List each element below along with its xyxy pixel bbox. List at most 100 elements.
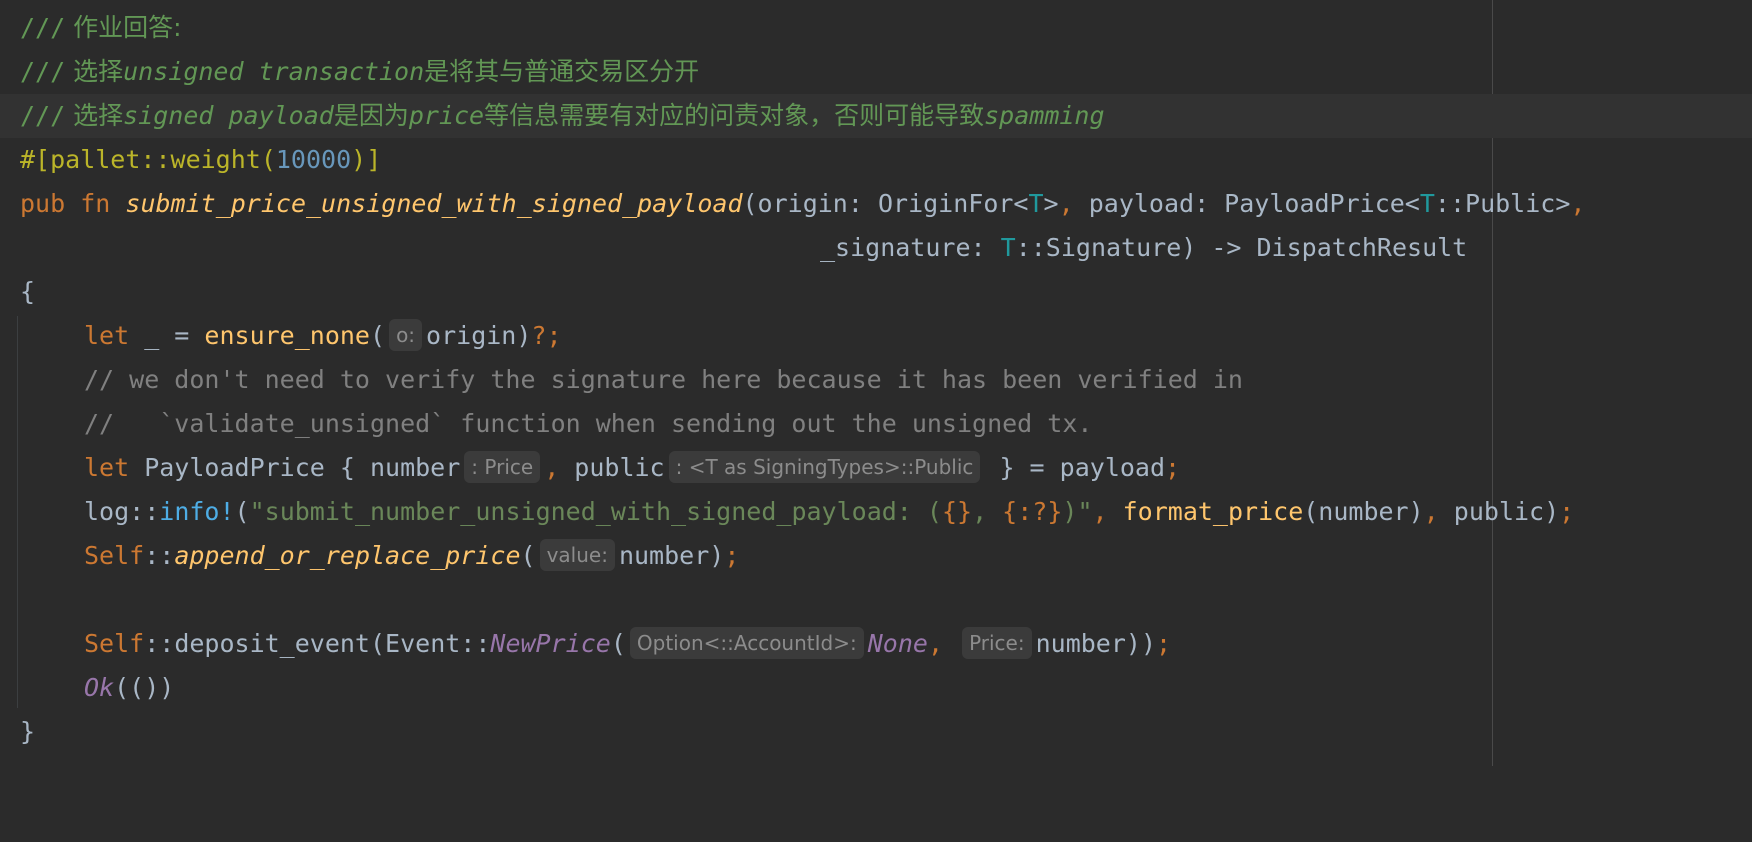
code-text: ::deposit_event(Event::	[144, 629, 491, 658]
punctuation: ;	[724, 541, 740, 570]
code-line-9[interactable]: // we don't need to verify the signature…	[0, 358, 1752, 402]
code-text: number))	[1035, 629, 1157, 658]
close-brace: }	[20, 717, 36, 746]
code-line-5[interactable]: pub fn submit_price_unsigned_with_signed…	[0, 182, 1752, 226]
code-text: (	[520, 541, 536, 570]
code-line-13[interactable]: Self::append_or_replace_price(value: numb…	[0, 534, 1752, 578]
code-line-15[interactable]: Self::deposit_event(Event::NewPrice(Opti…	[0, 622, 1752, 666]
punctuation: ,	[1423, 497, 1439, 526]
string-literal: "submit_number_unsigned_with_signed_payl…	[249, 497, 942, 526]
type-param: T	[1419, 189, 1435, 218]
code-text: } = payload	[984, 453, 1166, 482]
line-comment: // we don't need to verify the signature…	[84, 365, 1243, 394]
code-text: (	[610, 629, 626, 658]
doc-comment-italic: price	[408, 101, 485, 130]
doc-comment-text: 是因为	[333, 101, 409, 130]
code-line-3-current[interactable]: /// 选择signed payload是因为price等信息需要有对应的问责对…	[0, 94, 1752, 138]
code-text: log::	[84, 497, 160, 526]
punctuation: ,	[1570, 189, 1586, 218]
parameter-hint: o:	[389, 319, 423, 351]
punctuation: ;	[1165, 453, 1181, 482]
code-text: ::Public>	[1434, 189, 1571, 218]
code-text: _signature:	[820, 233, 1001, 262]
keyword-let: let	[84, 321, 130, 350]
code-line-10[interactable]: // `validate_unsigned` function when sen…	[0, 402, 1752, 446]
doc-comment-text: 作业回答:	[65, 13, 182, 42]
code-text: ::Signature) -> DispatchResult	[1015, 233, 1468, 262]
code-text: payload: PayloadPrice<	[1073, 189, 1420, 218]
doc-comment-text: 等信息需要有对应的问责对象，否则可能导致	[484, 101, 985, 130]
punctuation: ,	[1092, 497, 1108, 526]
code-line-7[interactable]: {	[0, 270, 1752, 314]
code-text: (	[370, 321, 386, 350]
type-hint: : <T as SigningTypes>::Public	[668, 451, 981, 483]
function-call[interactable]: ensure_none	[204, 321, 370, 350]
code-line-4[interactable]: #[pallet::weight(10000)]	[0, 138, 1752, 182]
code-editor[interactable]: /// 作业回答: /// 选择unsigned transaction是将其与…	[0, 0, 1752, 766]
doc-comment-prefix: ///	[20, 57, 66, 86]
string-literal: ,	[972, 497, 1003, 526]
enum-variant[interactable]: NewPrice	[490, 629, 610, 658]
code-text: (number)	[1303, 497, 1424, 526]
code-text: (	[234, 497, 250, 526]
code-text: public)	[1438, 497, 1560, 526]
punctuation: ;	[1156, 629, 1172, 658]
function-call[interactable]: append_or_replace_price	[174, 541, 520, 570]
code-line-11[interactable]: let PayloadPrice { number: Price, public…	[0, 446, 1752, 490]
code-text: >	[1043, 189, 1059, 218]
code-text: number)	[618, 541, 725, 570]
parameter-hint: Option<::AccountId>:	[629, 627, 864, 659]
punctuation: ?;	[531, 321, 562, 350]
code-text: _ =	[129, 321, 205, 350]
line-comment: // `validate_unsigned` function when sen…	[84, 409, 1093, 438]
punctuation: ,	[544, 453, 560, 482]
code-text: PayloadPrice { number	[129, 453, 461, 482]
code-text: (origin: OriginFor<	[742, 189, 1029, 218]
code-text: public	[559, 453, 665, 482]
doc-comment-text: 选择	[65, 101, 124, 130]
code-line-1[interactable]: /// 作业回答:	[0, 6, 1752, 50]
open-brace: {	[20, 277, 36, 306]
code-line-8[interactable]: let _ = ensure_none(o: origin)?;	[0, 314, 1752, 358]
self-keyword: Self	[84, 629, 145, 658]
code-line-16[interactable]: Ok(())	[0, 666, 1752, 710]
keyword-fn: fn	[80, 189, 111, 218]
code-text: ::	[144, 541, 175, 570]
function-name[interactable]: submit_price_unsigned_with_signed_payloa…	[125, 189, 742, 218]
doc-comment-prefix: ///	[20, 101, 66, 130]
code-line-6[interactable]: _signature: T::Signature) -> DispatchRes…	[0, 226, 1752, 270]
macro-call[interactable]: info!	[159, 497, 234, 526]
code-line-14-blank[interactable]	[0, 578, 1752, 622]
keyword-let: let	[84, 453, 130, 482]
doc-comment-text: 选择	[65, 57, 124, 86]
punctuation: ;	[1559, 497, 1575, 526]
attribute: )]	[351, 145, 382, 174]
none-literal: None	[867, 629, 928, 658]
self-keyword: Self	[84, 541, 145, 570]
doc-comment-italic: unsigned transaction	[123, 57, 425, 86]
keyword-pub: pub	[20, 189, 66, 218]
string-literal: )"	[1062, 497, 1093, 526]
attribute: #[pallet::weight(	[20, 145, 276, 174]
type-param: T	[1028, 189, 1044, 218]
code-line-2[interactable]: /// 选择unsigned transaction是将其与普通交易区分开	[0, 50, 1752, 94]
punctuation: ,	[927, 629, 943, 658]
type-param: T	[1000, 233, 1016, 262]
doc-comment-italic: spamming	[984, 101, 1105, 130]
type-hint: : Price	[464, 451, 541, 483]
code-line-17[interactable]: }	[0, 710, 1752, 754]
code-text: (())	[114, 673, 175, 702]
number-literal: 10000	[275, 145, 352, 174]
doc-comment-italic: signed payload	[123, 101, 334, 130]
code-line-12[interactable]: log::info!("submit_number_unsigned_with_…	[0, 490, 1752, 534]
parameter-hint: Price:	[962, 627, 1032, 659]
format-placeholder: {:?}	[1002, 497, 1063, 526]
punctuation: ,	[1058, 189, 1074, 218]
code-text: origin)	[426, 321, 532, 350]
format-placeholder: {}	[941, 497, 973, 526]
parameter-hint: value:	[539, 539, 615, 571]
doc-comment-prefix: ///	[20, 13, 66, 42]
ok-variant: Ok	[84, 673, 115, 702]
doc-comment-text: 是将其与普通交易区分开	[424, 57, 700, 86]
function-call[interactable]: format_price	[1123, 497, 1304, 526]
